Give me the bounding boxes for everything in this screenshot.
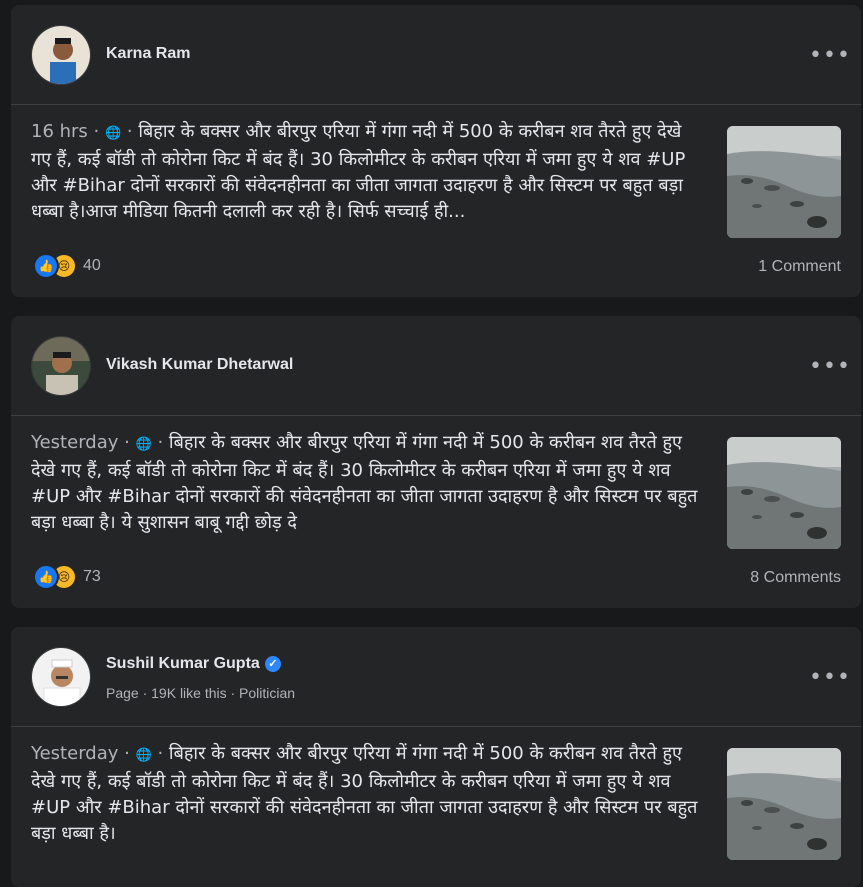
reaction-count[interactable]: 40 (83, 257, 101, 275)
author-name-text[interactable]: Sushil Kumar Gupta (106, 655, 260, 672)
avatar[interactable] (31, 336, 91, 396)
like-reaction-icon: 👍 (33, 253, 59, 279)
reaction-count[interactable]: 73 (83, 568, 101, 586)
separator: · (121, 121, 139, 142)
avatar[interactable] (31, 647, 91, 707)
author-name-text[interactable]: Karna Ram (106, 45, 190, 62)
avatar[interactable] (31, 25, 91, 85)
post-card: Karna Ram ••• 16 hrs · 🌐 · बिहार के बक्स… (11, 5, 861, 297)
comment-count-link[interactable]: 1 Comment (758, 258, 841, 276)
like-reaction-icon: 👍 (33, 564, 59, 590)
separator: · (118, 743, 136, 764)
post-timestamp[interactable]: 16 hrs (31, 121, 88, 142)
author-name[interactable]: Vikash Kumar Dhetarwal (106, 356, 293, 374)
separator: · (87, 121, 105, 142)
author-name[interactable]: Sushil Kumar Gupta ✓ (106, 655, 281, 673)
post-card: Sushil Kumar Gupta ✓ Page · 19K like this… (11, 627, 861, 887)
divider (11, 415, 861, 416)
post-text: 16 hrs · 🌐 · बिहार के बक्सर और बीरपुर एर… (31, 119, 701, 225)
post-thumbnail[interactable] (727, 748, 841, 860)
more-options-button[interactable]: ••• (809, 667, 850, 691)
page-meta: Page · 19K like this · Politician (106, 685, 296, 701)
globe-icon: 🌐 (135, 437, 152, 452)
post-text: Yesterday · 🌐 · बिहार के बक्सर और बीरपुर… (31, 741, 701, 847)
post-thumbnail[interactable] (727, 126, 841, 238)
divider (11, 104, 861, 105)
post-timestamp[interactable]: Yesterday (31, 432, 118, 453)
verified-badge-icon: ✓ (264, 656, 281, 672)
more-options-button[interactable]: ••• (809, 45, 850, 69)
post-thumbnail[interactable] (727, 437, 841, 549)
more-options-button[interactable]: ••• (809, 356, 850, 380)
divider (11, 726, 861, 727)
comment-count-link[interactable]: 8 Comments (750, 569, 841, 587)
post-timestamp[interactable]: Yesterday (31, 743, 118, 764)
post-text: Yesterday · 🌐 · बिहार के बक्सर और बीरपुर… (31, 430, 701, 536)
author-name-text[interactable]: Vikash Kumar Dhetarwal (106, 356, 293, 373)
globe-icon: 🌐 (135, 748, 152, 763)
author-name[interactable]: Karna Ram (106, 45, 190, 63)
reactions-summary[interactable]: 👍 😢 73 (33, 564, 101, 590)
post-card: Vikash Kumar Dhetarwal ••• Yesterday · 🌐… (11, 316, 861, 608)
separator: · (118, 432, 136, 453)
separator: · (151, 743, 169, 764)
reactions-summary[interactable]: 👍 😢 40 (33, 253, 101, 279)
separator: · (151, 432, 169, 453)
globe-icon: 🌐 (104, 126, 122, 141)
